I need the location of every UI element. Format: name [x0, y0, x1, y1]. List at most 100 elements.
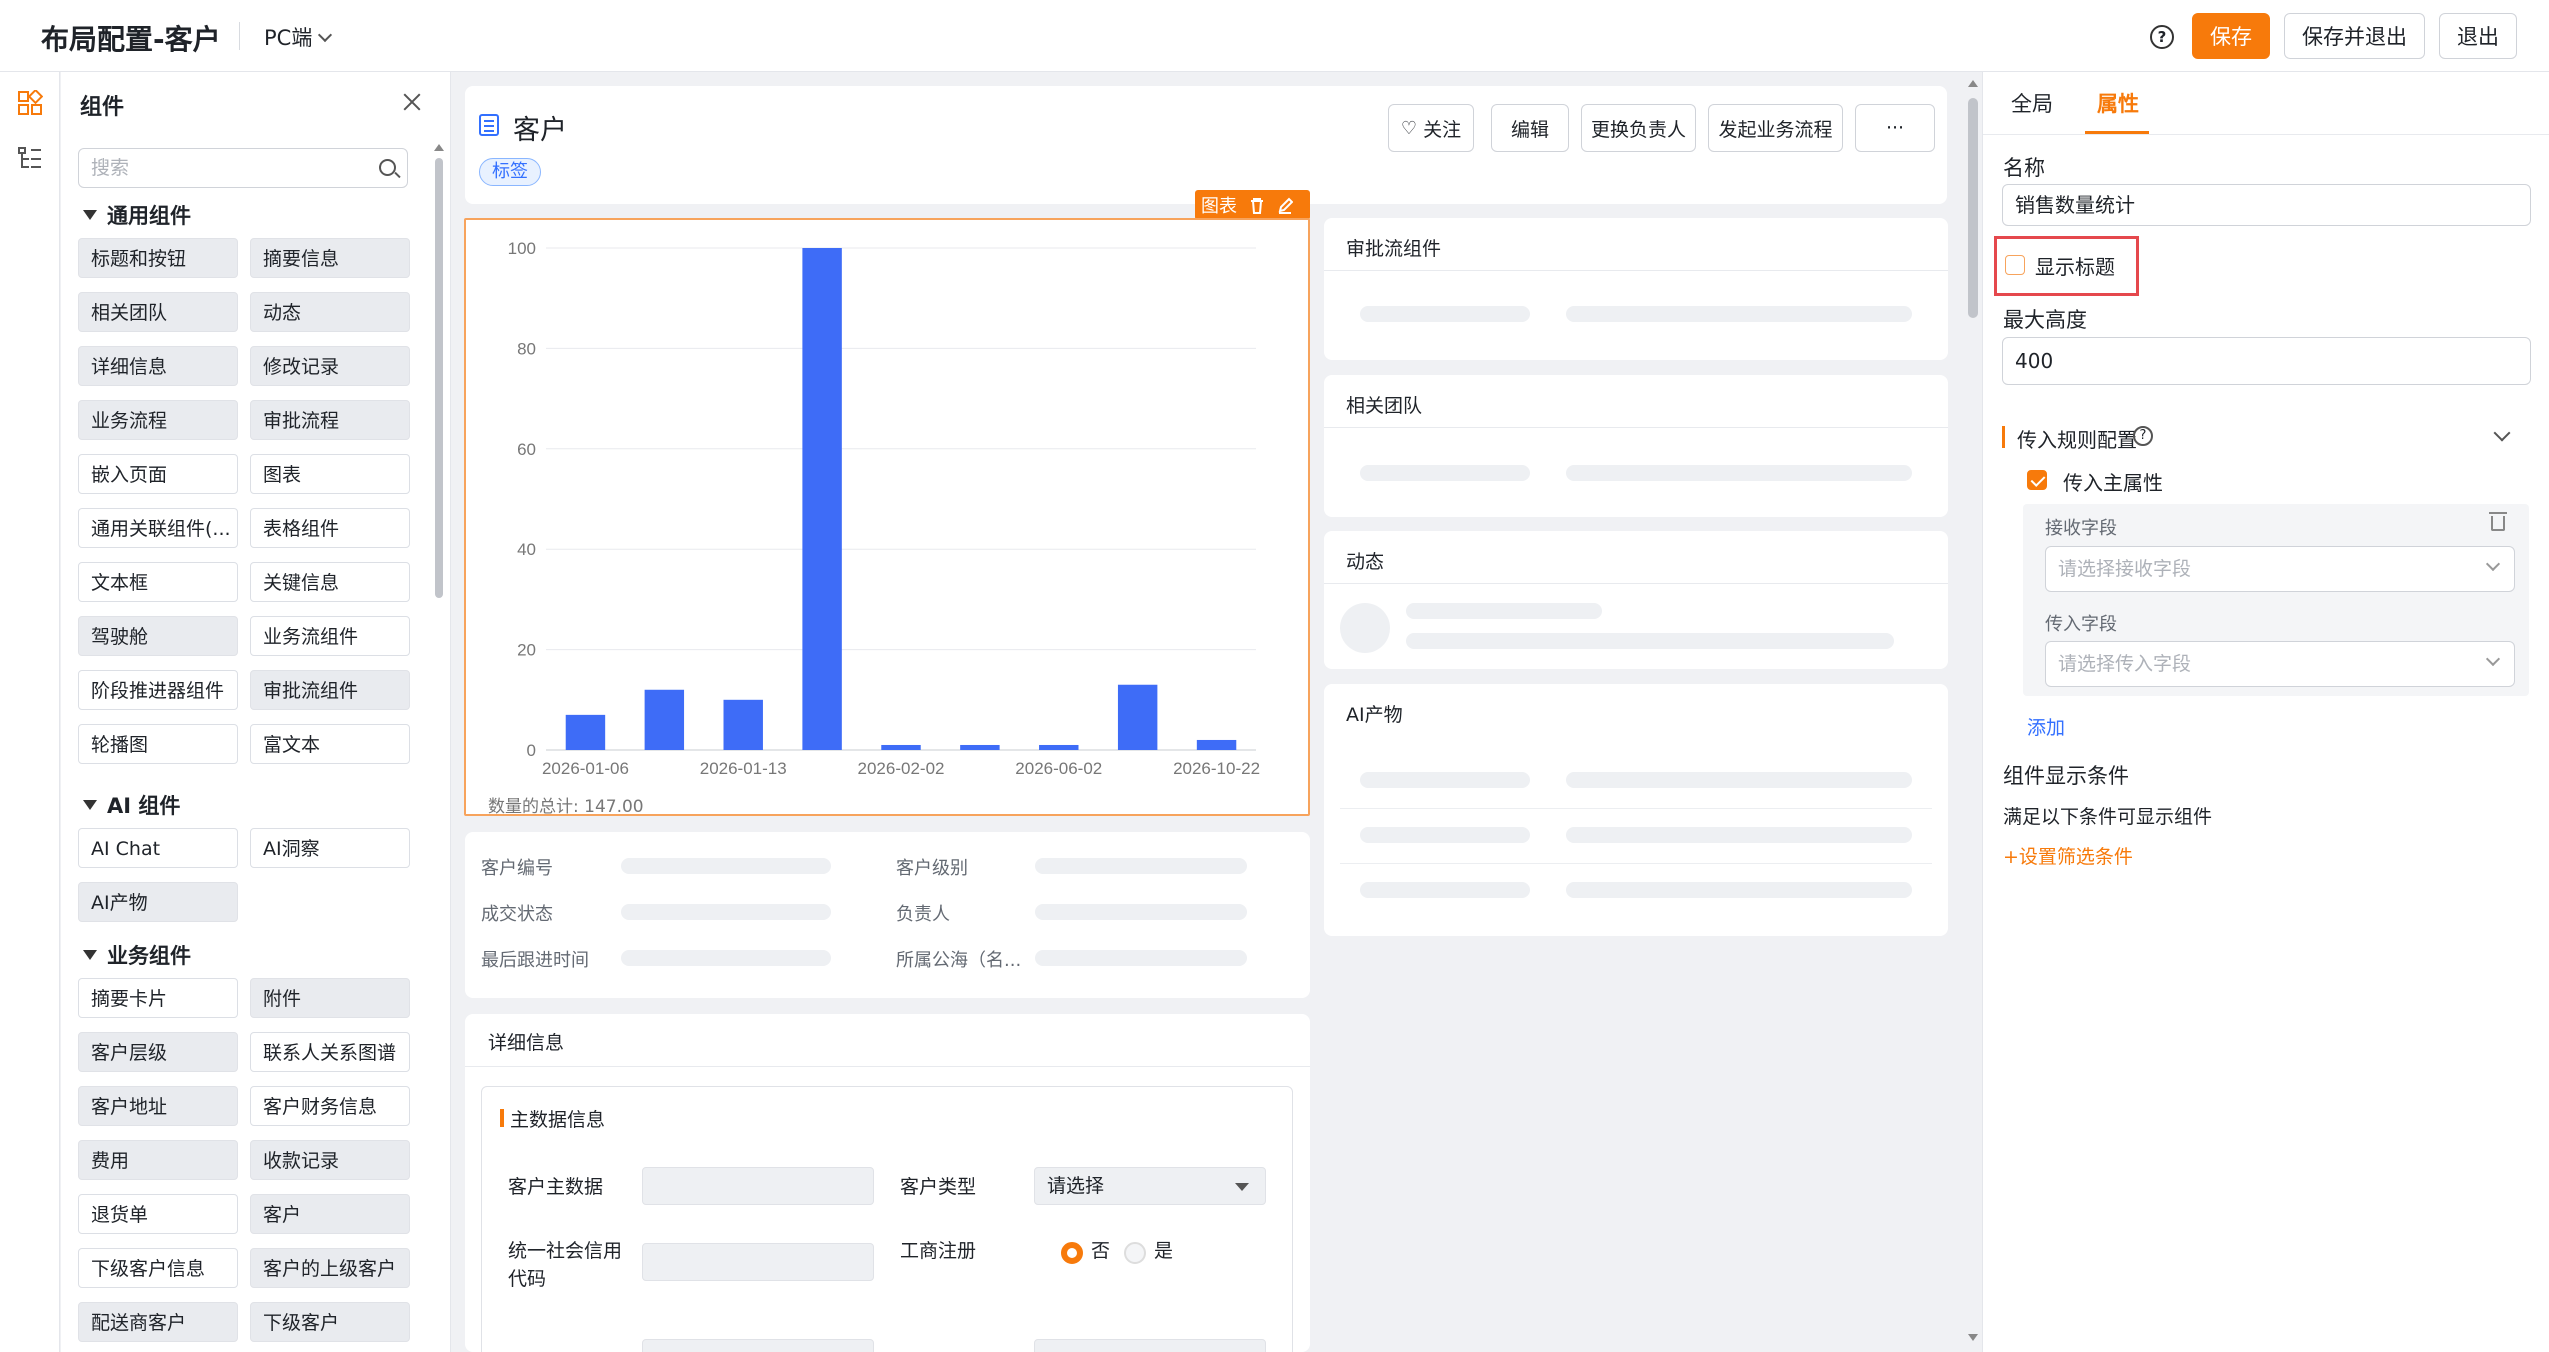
ai-output-card[interactable]: AI产物 [1324, 684, 1948, 936]
start-flow-button[interactable]: 发起业务流程 [1708, 104, 1843, 152]
component-item[interactable]: 退货单 [78, 1194, 238, 1234]
help-icon[interactable]: ? [2150, 25, 2174, 49]
component-item[interactable]: 审批流程 [250, 400, 410, 440]
bar[interactable] [1196, 739, 1237, 750]
component-item[interactable]: 客户财务信息 [250, 1086, 410, 1126]
pass-main-checkbox[interactable] [2027, 470, 2047, 490]
add-link[interactable]: 添加 [2027, 713, 2065, 740]
component-item[interactable]: 文本框 [78, 562, 238, 602]
component-item[interactable]: 图表 [250, 454, 410, 494]
more-actions-button[interactable]: ··· [1855, 104, 1935, 152]
scrollbar-thumb[interactable] [1968, 98, 1978, 318]
component-item[interactable]: 相关团队 [78, 292, 238, 332]
component-scrollbar[interactable] [433, 144, 444, 1344]
next-field-input-2[interactable] [1034, 1339, 1266, 1352]
follow-button[interactable]: ♡ 关注 [1388, 104, 1474, 152]
radio-yes[interactable] [1124, 1242, 1146, 1264]
delete-icon[interactable] [1249, 197, 1265, 214]
name-input[interactable]: 销售数量统计 [2002, 184, 2531, 226]
approval-flow-card[interactable]: 审批流组件 [1324, 218, 1948, 360]
component-item[interactable]: 配送商客户 [78, 1302, 238, 1342]
change-owner-button[interactable]: 更换负责人 [1581, 104, 1696, 152]
component-item[interactable]: 修改记录 [250, 346, 410, 386]
component-item[interactable]: 客户 [250, 1194, 410, 1234]
bar[interactable] [1117, 684, 1158, 750]
bar[interactable] [565, 714, 606, 750]
component-item[interactable]: 客户的上级客户 [250, 1248, 410, 1288]
bar[interactable] [723, 699, 763, 750]
customer-master-input[interactable] [642, 1167, 874, 1205]
component-item[interactable]: 审批流组件 [250, 670, 410, 710]
scroll-down-arrow-icon[interactable] [1968, 1334, 1978, 1341]
next-field-input[interactable] [642, 1339, 874, 1352]
component-item[interactable]: 摘要卡片 [78, 978, 238, 1018]
edit-pencil-icon[interactable] [1277, 197, 1293, 214]
component-item[interactable]: 收款记录 [250, 1140, 410, 1180]
category-header[interactable]: 业务组件 [83, 940, 191, 970]
component-item[interactable]: AI产物 [78, 882, 238, 922]
exit-button[interactable]: 退出 [2439, 13, 2517, 59]
component-item[interactable]: 标题和按钮 [78, 238, 238, 278]
save-button[interactable]: 保存 [2192, 13, 2270, 59]
customer-type-select[interactable]: 请选择 [1034, 1167, 1266, 1205]
radio-no[interactable] [1061, 1242, 1083, 1264]
chart-widget[interactable]: 0 20 40 60 80 100 2026-01-06 2026-01-13 2026-02-… [464, 218, 1310, 817]
chart-widget-toolbar[interactable]: 图表 [1195, 190, 1310, 220]
tab-global[interactable]: 全局 [2011, 88, 2053, 118]
pass-field-select[interactable]: 请选择传入字段 [2045, 641, 2515, 687]
detail-info-card[interactable]: 详细信息 主数据信息 客户主数据 客户类型 请选择 统一社会信用代码 工商注册 … [465, 1014, 1310, 1352]
component-item[interactable]: 客户地址 [78, 1086, 238, 1126]
save-and-exit-button[interactable]: 保存并退出 [2284, 13, 2425, 59]
credit-code-input[interactable] [642, 1243, 874, 1281]
component-item[interactable]: 轮播图 [78, 724, 238, 764]
collapse-chevron-icon[interactable] [2493, 424, 2511, 442]
category-header[interactable]: 通用组件 [83, 200, 191, 230]
component-item[interactable]: 通用关联组件(... [78, 508, 238, 548]
components-grid-icon[interactable] [17, 90, 43, 116]
bar[interactable] [960, 744, 1000, 750]
component-item[interactable]: 摘要信息 [250, 238, 410, 278]
canvas-scrollbar[interactable] [1966, 72, 1980, 1352]
bar[interactable] [1039, 744, 1079, 750]
component-item[interactable]: 业务流组件 [250, 616, 410, 656]
component-item[interactable]: 下级客户 [250, 1302, 410, 1342]
scroll-up-arrow-icon[interactable] [1968, 80, 1978, 87]
component-item[interactable]: AI洞察 [250, 828, 410, 868]
component-item[interactable]: 关键信息 [250, 562, 410, 602]
edit-button[interactable]: 编辑 [1491, 104, 1569, 152]
receive-field-select[interactable]: 请选择接收字段 [2045, 546, 2515, 592]
summary-info-card[interactable]: 客户编号 成交状态 最后跟进时间 客户级别 负责人 所属公海（名... [465, 832, 1310, 998]
component-item[interactable]: 费用 [78, 1140, 238, 1180]
component-item[interactable]: 动态 [250, 292, 410, 332]
scroll-up-arrow-icon[interactable] [434, 144, 444, 151]
component-item[interactable]: 客户层级 [78, 1032, 238, 1072]
component-item[interactable]: AI Chat [78, 828, 238, 868]
record-header-card[interactable]: 客户 标签 ♡ 关注 编辑 更换负责人 发起业务流程 ··· [465, 86, 1947, 204]
component-item[interactable]: 详细信息 [78, 346, 238, 386]
device-select[interactable]: PC端 [264, 22, 333, 52]
category-header[interactable]: AI 组件 [83, 790, 180, 820]
outline-tree-icon[interactable] [17, 146, 43, 172]
set-filter-link[interactable]: +设置筛选条件 [2003, 842, 2133, 869]
show-title-checkbox[interactable] [2005, 255, 2025, 275]
bar[interactable] [644, 689, 685, 750]
question-icon[interactable]: ? [2133, 426, 2153, 446]
component-item[interactable]: 驾驶舱 [78, 616, 238, 656]
component-search-input[interactable]: 搜索 [78, 148, 408, 188]
component-item[interactable]: 嵌入页面 [78, 454, 238, 494]
component-item[interactable]: 业务流程 [78, 400, 238, 440]
related-team-card[interactable]: 相关团队 [1324, 375, 1948, 517]
component-item[interactable]: 富文本 [250, 724, 410, 764]
component-item[interactable]: 下级客户信息 [78, 1248, 238, 1288]
max-height-input[interactable]: 400 [2002, 337, 2531, 385]
trash-icon[interactable] [2489, 512, 2507, 531]
bar[interactable] [802, 248, 842, 750]
scrollbar-thumb[interactable] [435, 158, 443, 598]
component-item[interactable]: 联系人关系图谱 [250, 1032, 410, 1072]
component-item[interactable]: 阶段推进器组件 [78, 670, 238, 710]
tab-properties[interactable]: 属性 [2097, 88, 2139, 118]
component-item[interactable]: 附件 [250, 978, 410, 1018]
close-icon[interactable] [400, 90, 424, 114]
component-item[interactable]: 表格组件 [250, 508, 410, 548]
activity-card[interactable]: 动态 [1324, 531, 1948, 669]
